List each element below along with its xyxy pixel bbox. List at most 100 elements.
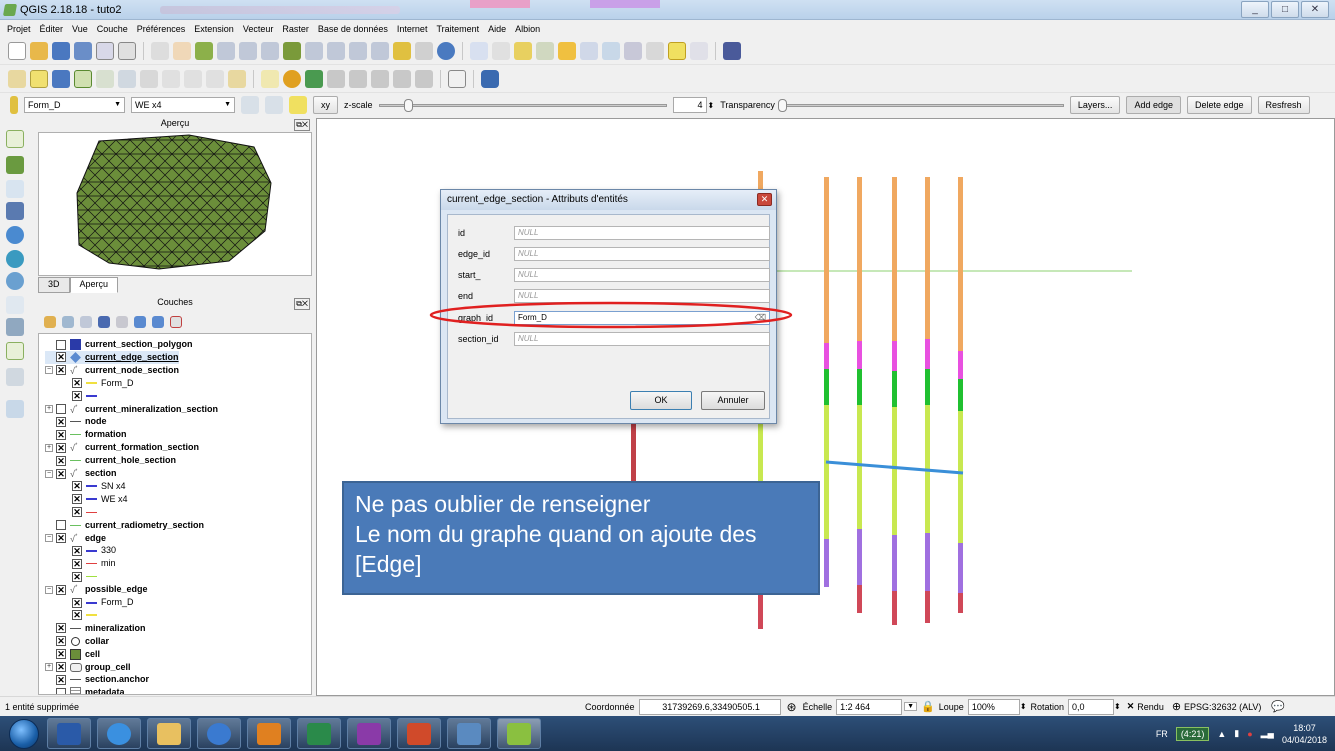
- messages-icon[interactable]: 💬: [1271, 700, 1285, 713]
- statistics-sigma-icon[interactable]: [624, 41, 642, 60]
- layer-row[interactable]: ✕ Form_D: [72, 377, 134, 390]
- refresh-icon[interactable]: [437, 41, 455, 60]
- select-feature-icon[interactable]: [514, 41, 532, 60]
- layer-visibility-checkbox[interactable]: ✕: [56, 442, 66, 453]
- layer-row[interactable]: ✕ formation: [45, 428, 127, 441]
- collapse-all-icon[interactable]: [152, 316, 164, 328]
- zoom-spinbox[interactable]: 100%: [967, 698, 1020, 715]
- extents-toggle-icon[interactable]: ⊛: [787, 700, 797, 714]
- layer-visibility-checkbox[interactable]: ✕: [56, 649, 66, 660]
- menu-base-de-donnees[interactable]: Base de données: [318, 24, 388, 34]
- spin-arrows-icon[interactable]: ⬍: [1020, 702, 1027, 711]
- taskbar-media[interactable]: [197, 718, 241, 749]
- transparency-slider[interactable]: [777, 98, 1064, 112]
- layer-visibility-checkbox[interactable]: ✕: [72, 391, 82, 402]
- layer-row[interactable]: ✕ current_hole_section: [45, 454, 176, 467]
- move-label-icon[interactable]: [371, 69, 389, 88]
- layer-row[interactable]: ✕: [72, 506, 101, 519]
- spin-arrows-icon[interactable]: ⬍: [1114, 702, 1121, 711]
- minimize-button[interactable]: _: [1241, 1, 1269, 18]
- pin-labels-icon[interactable]: [305, 69, 323, 88]
- scale-combo[interactable]: 1:2 464: [836, 698, 903, 715]
- taskbar-qgis[interactable]: [497, 718, 541, 749]
- layer-visibility-checkbox[interactable]: ✕: [72, 378, 82, 389]
- menu-internet[interactable]: Internet: [397, 24, 428, 34]
- layer-row[interactable]: ✕ Form_D: [72, 596, 134, 609]
- node-tool-icon[interactable]: [118, 69, 136, 88]
- zoom-to-selection-icon[interactable]: [305, 41, 323, 60]
- layer-visibility-checkbox[interactable]: ✕: [72, 507, 82, 518]
- layer-row[interactable]: − ✕ √* section: [45, 467, 117, 480]
- menu-extension[interactable]: Extension: [194, 24, 234, 34]
- cancel-button[interactable]: Annuler: [701, 391, 765, 410]
- expand-toggle-icon[interactable]: +: [45, 405, 53, 413]
- menu-traitement[interactable]: Traitement: [436, 24, 479, 34]
- layers-button[interactable]: Layers...: [1069, 96, 1121, 114]
- layer-row[interactable]: metadata: [45, 686, 125, 694]
- clock[interactable]: 18:07 04/04/2018: [1282, 722, 1327, 746]
- lock-icon[interactable]: 🔒: [921, 700, 935, 713]
- menu-albion[interactable]: Albion: [515, 24, 540, 34]
- pan-to-selection-icon[interactable]: [195, 41, 213, 60]
- dialog-close-button[interactable]: ✕: [757, 193, 772, 206]
- layer-row[interactable]: + ✕ √* current_formation_section: [45, 441, 199, 454]
- layer-row[interactable]: ✕ collar: [45, 635, 109, 648]
- expand-toggle-icon[interactable]: +: [45, 443, 53, 452]
- panel-float-close-icon[interactable]: ⧉✕: [294, 119, 310, 131]
- layer-visibility-checkbox[interactable]: ✕: [56, 533, 66, 543]
- add-raster-layer-icon[interactable]: [6, 156, 24, 174]
- transparency-slider-knob[interactable]: [777, 98, 787, 112]
- signal-icon[interactable]: ▂▄: [1261, 728, 1274, 739]
- zscale-spinbox[interactable]: 4: [672, 97, 707, 113]
- graph-combo[interactable]: Form_D ▼: [24, 97, 125, 113]
- render-checkbox[interactable]: ✕: [1127, 701, 1135, 712]
- filter-legend-icon[interactable]: [98, 316, 110, 328]
- layer-visibility-checkbox[interactable]: ✕: [72, 558, 82, 569]
- flag-icon[interactable]: ▮: [1234, 728, 1239, 739]
- layer-visibility-checkbox[interactable]: ✕: [56, 623, 66, 634]
- add-wms-layer-icon[interactable]: [6, 226, 24, 244]
- edge-id-field[interactable]: NULL: [514, 247, 770, 261]
- touch-zoom-icon[interactable]: [151, 41, 169, 60]
- taskbar-word[interactable]: [47, 718, 91, 749]
- new-map-view-icon[interactable]: [393, 41, 411, 60]
- layer-visibility-checkbox[interactable]: [56, 687, 66, 694]
- zoom-full-icon[interactable]: [283, 41, 301, 60]
- spin-arrows-icon[interactable]: ⬍: [708, 101, 715, 110]
- add-postgis-layer-icon[interactable]: [6, 180, 24, 198]
- layer-visibility-checkbox[interactable]: ✕: [72, 610, 82, 621]
- layer-row[interactable]: ✕ section.anchor: [45, 673, 149, 686]
- zoom-last-icon[interactable]: [349, 41, 367, 60]
- layer-labeling-icon[interactable]: [283, 69, 301, 88]
- bookmark-icon[interactable]: [415, 41, 433, 60]
- layer-visibility-checkbox[interactable]: [56, 339, 66, 350]
- menu-aide[interactable]: Aide: [488, 24, 506, 34]
- identify-icon[interactable]: [470, 41, 488, 60]
- field-calculator-icon[interactable]: [602, 41, 620, 60]
- menu-vecteur[interactable]: Vecteur: [243, 24, 274, 34]
- help-icon[interactable]: [723, 41, 741, 60]
- measure-icon[interactable]: [646, 41, 664, 60]
- overview-map[interactable]: [38, 132, 312, 276]
- zscale-slider-knob[interactable]: [404, 98, 414, 112]
- zoom-out-icon[interactable]: [239, 41, 257, 60]
- oracle-layer-icon[interactable]: [6, 400, 24, 418]
- battery-indicator[interactable]: (4:21): [1175, 726, 1210, 741]
- start-button[interactable]: [9, 718, 39, 749]
- add-spatialite-layer-icon[interactable]: [6, 202, 24, 220]
- zoom-native-icon[interactable]: [261, 41, 279, 60]
- layer-visibility-checkbox[interactable]: ✕: [72, 481, 82, 492]
- cut-icon[interactable]: [184, 69, 202, 88]
- feature-action-icon[interactable]: [492, 41, 510, 60]
- style-manager-icon[interactable]: [44, 316, 56, 328]
- layer-visibility-checkbox[interactable]: ✕: [56, 429, 66, 440]
- start-field[interactable]: NULL: [514, 268, 770, 282]
- layer-visibility-checkbox[interactable]: [56, 520, 66, 531]
- text-annotation-icon[interactable]: [690, 41, 708, 60]
- expand-toggle-icon[interactable]: −: [45, 585, 53, 594]
- paste-icon[interactable]: [228, 69, 246, 88]
- next-section-icon[interactable]: [265, 96, 283, 114]
- expand-all-icon[interactable]: [134, 316, 146, 328]
- rotate-label-icon[interactable]: [393, 69, 411, 88]
- layer-visibility-checkbox[interactable]: ✕: [56, 352, 66, 363]
